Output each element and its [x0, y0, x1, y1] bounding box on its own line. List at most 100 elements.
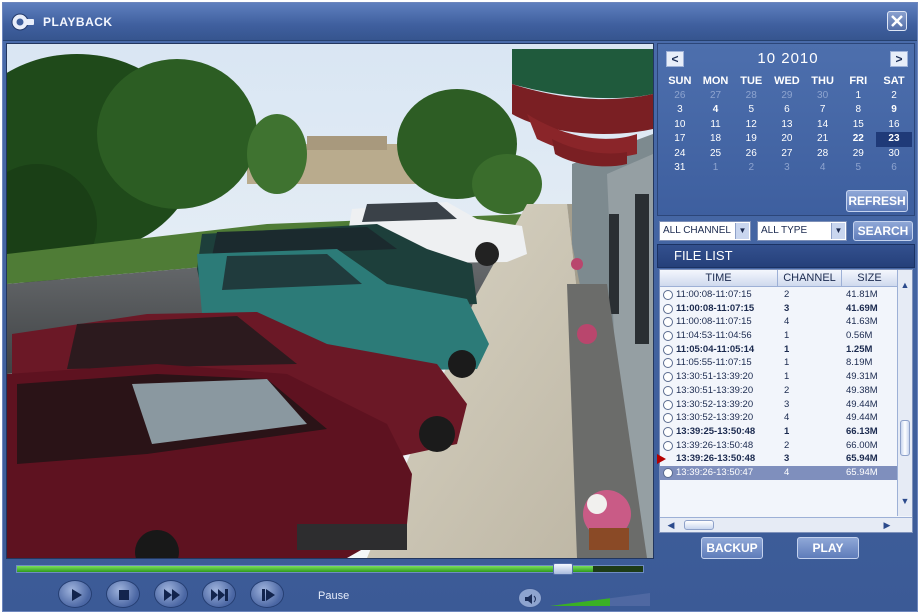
calendar-day[interactable]: 26	[662, 89, 698, 104]
calendar-day[interactable]: 5	[733, 103, 769, 118]
calendar-week-row: 3456789	[662, 103, 912, 118]
calendar-day[interactable]: 14	[805, 118, 841, 133]
column-header-size[interactable]: SIZE	[842, 270, 898, 286]
calendar-day[interactable]: 28	[733, 89, 769, 104]
calendar-day[interactable]: 16	[876, 118, 912, 133]
progress-bar[interactable]	[16, 563, 644, 575]
calendar-day[interactable]: 1	[698, 161, 734, 176]
vertical-scrollbar[interactable]: ▲ ▼	[897, 270, 912, 516]
scroll-thumb[interactable]	[900, 420, 910, 456]
volume-slider[interactable]	[550, 593, 650, 607]
file-list-row[interactable]: 13:30:52-13:39:20 4 49.44M	[660, 411, 898, 425]
speaker-icon[interactable]	[518, 588, 542, 608]
file-time: 13:30:52-13:39:20	[660, 411, 778, 425]
calendar-day[interactable]: 13	[769, 118, 805, 133]
progress-thumb[interactable]	[552, 563, 573, 575]
scroll-left-icon[interactable]: ◀	[664, 518, 678, 532]
calendar-day[interactable]: 28	[805, 147, 841, 162]
record-file-icon	[663, 331, 673, 342]
channel-select[interactable]: ALL CHANNEL ▼	[659, 221, 751, 241]
calendar-day[interactable]: 1	[840, 89, 876, 104]
horizontal-scroll-thumb[interactable]	[684, 520, 714, 530]
file-channel: 4	[784, 466, 790, 478]
calendar-day[interactable]: 4	[698, 103, 734, 118]
scroll-down-icon[interactable]: ▼	[899, 494, 911, 508]
calendar-day[interactable]: 8	[840, 103, 876, 118]
calendar-day[interactable]: 23	[876, 132, 912, 147]
column-header-time[interactable]: TIME	[660, 270, 778, 286]
step-icon[interactable]	[250, 580, 284, 608]
calendar-day[interactable]: 30	[876, 147, 912, 162]
calendar-day[interactable]: 12	[733, 118, 769, 133]
file-list-row[interactable]: 11:00:08-11:07:15 4 41.63M	[660, 315, 898, 329]
calendar-day[interactable]: 19	[733, 132, 769, 147]
calendar-day[interactable]: 10	[662, 118, 698, 133]
file-list-row[interactable]: 11:05:55-11:07:15 1 8.19M	[660, 356, 898, 370]
calendar-day[interactable]: 3	[662, 103, 698, 118]
file-channel: 1	[784, 343, 790, 355]
scroll-right-icon[interactable]: ▶	[880, 518, 894, 532]
calendar-day[interactable]: 17	[662, 132, 698, 147]
file-list-body: 11:00:08-11:07:15 2 41.81M 11:00:08-11:07:1…	[657, 288, 898, 480]
file-list-row[interactable]: 13:39:26-13:50:48 2 66.00M	[660, 439, 898, 453]
calendar-day[interactable]: 27	[698, 89, 734, 104]
fast-forward-icon[interactable]	[154, 580, 188, 608]
prev-month-button[interactable]: <	[666, 51, 684, 67]
next-month-button[interactable]: >	[890, 51, 908, 67]
calendar-day[interactable]: 7	[805, 103, 841, 118]
backup-button[interactable]: BACKUP	[701, 537, 763, 559]
calendar-day[interactable]: 24	[662, 147, 698, 162]
calendar-day[interactable]: 3	[769, 161, 805, 176]
camera-logo-icon	[11, 12, 35, 32]
calendar-week-row: 17 18 19 20 21 22 23	[662, 132, 912, 147]
calendar-day[interactable]: 11	[698, 118, 734, 133]
file-list-row[interactable]: 11:05:04-11:05:14 1 1.25M	[660, 343, 898, 357]
play-button[interactable]: PLAY	[797, 537, 859, 559]
file-list-row[interactable]: 13:30:51-13:39:20 1 49.31M	[660, 370, 898, 384]
type-select[interactable]: ALL TYPE ▼	[757, 221, 847, 241]
file-list-row[interactable]: 11:00:08-11:07:15 2 41.81M	[660, 288, 898, 302]
calendar-day[interactable]: 5	[840, 161, 876, 176]
volume-level	[550, 598, 610, 606]
calendar-day[interactable]: 21	[805, 132, 841, 147]
play-icon[interactable]	[58, 580, 92, 608]
calendar-day[interactable]: 29	[769, 89, 805, 104]
calendar-day[interactable]: 25	[698, 147, 734, 162]
file-list-row[interactable]: 13:39:26-13:50:47 4 65.94M	[660, 465, 898, 480]
calendar-day[interactable]: 30	[805, 89, 841, 104]
next-frame-icon[interactable]	[202, 580, 236, 608]
file-list-row[interactable]: 13:30:52-13:39:20 3 49.44M	[660, 398, 898, 412]
calendar-day[interactable]: 15	[840, 118, 876, 133]
calendar-day[interactable]: 2	[733, 161, 769, 176]
calendar-day[interactable]: 6	[769, 103, 805, 118]
file-size: 49.31M	[846, 371, 878, 383]
playback-controls: Pause	[6, 563, 916, 611]
search-button[interactable]: SEARCH	[853, 221, 913, 241]
calendar-day[interactable]: 9	[876, 103, 912, 118]
horizontal-scrollbar[interactable]: ◀ ▶	[660, 517, 912, 532]
calendar-day[interactable]: 31	[662, 161, 698, 176]
calendar-day[interactable]: 27	[769, 147, 805, 162]
column-header-channel[interactable]: CHANNEL	[778, 270, 842, 286]
refresh-button[interactable]: REFRESH	[846, 190, 908, 212]
calendar-day[interactable]: 22	[840, 132, 876, 147]
file-list-row[interactable]: 11:04:53-11:04:56 1 0.56M	[660, 329, 898, 343]
calendar-day[interactable]: 4	[805, 161, 841, 176]
file-list-row[interactable]: 13:39:25-13:50:48 1 66.13M	[660, 425, 898, 439]
close-icon[interactable]	[887, 11, 907, 31]
calendar-day[interactable]: 26	[733, 147, 769, 162]
stop-icon[interactable]	[106, 580, 140, 608]
file-list-row[interactable]: 11:00:08-11:07:15 3 41.69M	[660, 302, 898, 316]
file-list-row[interactable]: 13:30:51-13:39:20 2 49.38M	[660, 384, 898, 398]
file-size: 66.13M	[846, 425, 878, 437]
calendar-day[interactable]: 29	[840, 147, 876, 162]
calendar-day[interactable]: 2	[876, 89, 912, 104]
calendar-day[interactable]: 18	[698, 132, 734, 147]
calendar-day[interactable]: 20	[769, 132, 805, 147]
file-list-row[interactable]: 13:39:26-13:50:48 3 65.94M	[657, 452, 898, 466]
file-channel: 1	[784, 357, 790, 369]
scroll-up-icon[interactable]: ▲	[899, 278, 911, 292]
calendar-day[interactable]: 6	[876, 161, 912, 176]
record-file-icon	[663, 399, 673, 410]
video-display[interactable]	[6, 43, 654, 559]
